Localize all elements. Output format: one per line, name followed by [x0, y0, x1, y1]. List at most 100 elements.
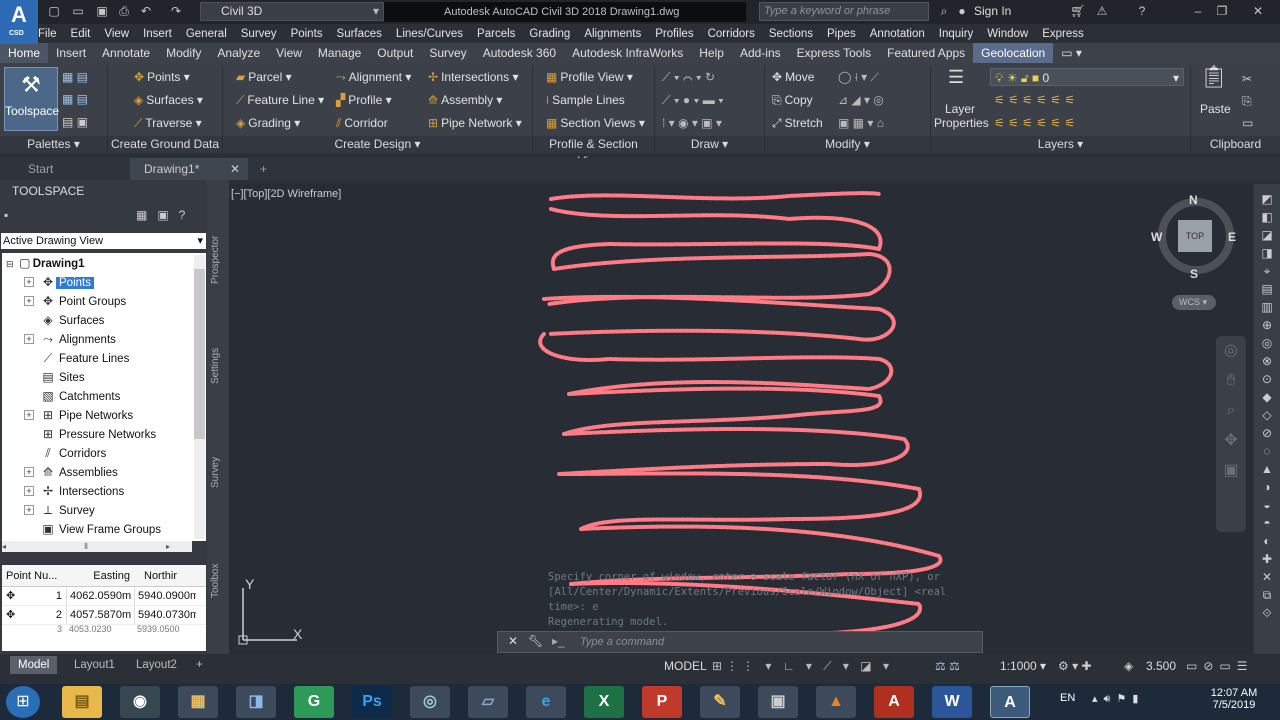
navigation-bar[interactable]: ◎ ✋︎ ⌕ ✥ ▣: [1216, 336, 1246, 532]
tab-add-ins[interactable]: Add-ins: [732, 43, 789, 63]
powerpoint-icon[interactable]: P: [642, 686, 682, 718]
table-row[interactable]: ✥ 1 4062.0590m 5940.0900m: [2, 587, 206, 606]
grading-button[interactable]: ◈ Grading ▾: [236, 114, 300, 132]
table-row[interactable]: ✥ 2 4057.5870m 5940.0730m: [2, 606, 206, 625]
tree-item-view-frame-groups[interactable]: ▣ View Frame Groups: [40, 520, 164, 539]
menu-insert[interactable]: Insert: [143, 28, 172, 40]
status-toggles[interactable]: ⊞⋮⋮ ▾ ∟ ▾ ⟋ ▾ ◪ ▾: [712, 659, 893, 674]
restore-icon[interactable]: ❐: [1214, 4, 1230, 19]
move-button[interactable]: ✥ Move: [772, 68, 814, 86]
tree-item-point-groups[interactable]: ✥ Point Groups: [40, 292, 129, 311]
annotation-icons[interactable]: ⚖ ⚖: [935, 659, 960, 673]
word-icon[interactable]: W: [932, 686, 972, 718]
parcel-button[interactable]: ▰ Parcel ▾: [236, 68, 292, 86]
application-menu-button[interactable]: A CSD: [0, 0, 38, 44]
command-input[interactable]: Type a command: [580, 636, 664, 648]
tree-item-intersections[interactable]: ✢ Intersections: [40, 482, 127, 501]
tree-item-corridors[interactable]: ⫽ Corridors: [40, 444, 109, 463]
tree-scrollbar[interactable]: [194, 255, 205, 539]
layer-tools-1[interactable]: ⚟ ⚟ ⚟ ⚟ ⚟ ⚟: [994, 91, 1075, 109]
profile-view-button[interactable]: ▦ Profile View ▾: [546, 68, 633, 86]
tab-settings[interactable]: Settings: [210, 348, 221, 384]
menu-lines-curves[interactable]: Lines/Curves: [396, 28, 463, 40]
tree-item-surfaces[interactable]: ◈ Surfaces: [40, 311, 107, 330]
menu-grading[interactable]: Grading: [529, 28, 570, 40]
tab-survey[interactable]: Survey: [421, 43, 474, 63]
close-command-icon[interactable]: ✕: [508, 634, 518, 648]
menu-parcels[interactable]: Parcels: [477, 28, 515, 40]
tree-item-alignments[interactable]: ⤳ Alignments: [40, 330, 119, 349]
toolspace-settings-icon[interactable]: ▪: [4, 208, 8, 222]
tree-item-feature-lines[interactable]: ⟋ Feature Lines: [40, 349, 132, 368]
section-views-button[interactable]: ▦ Section Views ▾: [546, 114, 645, 132]
layer-properties-icon[interactable]: ☰: [948, 68, 964, 86]
menu-corridors[interactable]: Corridors: [708, 28, 755, 40]
ribbon-toggle-icon[interactable]: ▭ ▾: [1053, 43, 1090, 63]
expand-icon[interactable]: +: [24, 486, 34, 496]
cart-icon[interactable]: 🛒︎: [1070, 4, 1086, 19]
surfaces-button[interactable]: ◈ Surfaces ▾: [134, 91, 203, 109]
search-input[interactable]: Type a keyword or phrase: [759, 2, 929, 21]
close-tab-icon[interactable]: ✕: [230, 158, 240, 180]
menu-inquiry[interactable]: Inquiry: [939, 28, 974, 40]
feature-line-button[interactable]: ⟋ Feature Line ▾: [236, 91, 324, 109]
corridor-button[interactable]: ⫽ Corridor: [336, 114, 388, 132]
tab-featured-apps[interactable]: Featured Apps: [879, 43, 973, 63]
status-tail-icons[interactable]: ▭⊘▭☰: [1186, 659, 1254, 673]
menu-annotation[interactable]: Annotation: [870, 28, 925, 40]
menu-survey[interactable]: Survey: [241, 28, 277, 40]
draw-shape-tools[interactable]: ⟋ ▾ ● ▾ ▬ ▾: [662, 91, 724, 109]
menu-express[interactable]: Express: [1042, 28, 1084, 40]
menu-view[interactable]: View: [104, 28, 129, 40]
pipe-network-button[interactable]: ⊞ Pipe Network ▾: [428, 114, 522, 132]
tree-item-pressure-networks[interactable]: ⊞ Pressure Networks: [40, 425, 159, 444]
layer-dropdown[interactable]: 💡︎ ☀ 🔓︎ ■ 0 ▾: [990, 68, 1184, 86]
table-row[interactable]: 3 4053.0230 5939.0500: [2, 625, 206, 634]
tab-view[interactable]: View: [268, 43, 310, 63]
close-icon[interactable]: ✕: [1250, 4, 1266, 19]
palette-icons[interactable]: ▦ ▤: [62, 68, 88, 86]
compass-east[interactable]: E: [1228, 230, 1236, 244]
draw-misc-tools[interactable]: ⁞ ▾ ◉ ▾ ▣ ▾: [662, 114, 722, 132]
layer-tools-2[interactable]: ⚟ ⚟ ⚟ ⚟ ⚟ ⚟: [994, 114, 1075, 132]
expand-icon[interactable]: +: [24, 467, 34, 477]
start-button[interactable]: ⊞: [6, 686, 40, 718]
menu-sections[interactable]: Sections: [769, 28, 813, 40]
menu-general[interactable]: General: [186, 28, 227, 40]
explorer-icon[interactable]: ▤: [62, 686, 102, 718]
panel-palettes[interactable]: Palettes ▾: [0, 136, 107, 153]
minimize-icon[interactable]: –: [1190, 4, 1206, 19]
app-icon[interactable]: ◨: [236, 686, 276, 718]
layout-tab-layout1[interactable]: Layout1: [66, 656, 123, 674]
tab-survey[interactable]: Survey: [210, 457, 221, 488]
open-icon[interactable]: ▭: [70, 4, 86, 19]
menu-pipes[interactable]: Pipes: [827, 28, 856, 40]
compass-south[interactable]: S: [1190, 267, 1198, 281]
doc-tab-start[interactable]: Start: [14, 158, 126, 180]
ie-icon[interactable]: e: [526, 686, 566, 718]
tree-item-assemblies[interactable]: ⟰ Assemblies: [40, 463, 121, 482]
panel-create-design[interactable]: Create Design ▾: [223, 136, 532, 153]
copy-button[interactable]: ⎘ Copy: [772, 91, 813, 109]
clipboard-tools[interactable]: ✂ ⎘ ▭: [1242, 68, 1253, 130]
expand-icon[interactable]: +: [24, 410, 34, 420]
layout-tab-layout2[interactable]: Layout2: [128, 656, 185, 674]
tree-item-survey[interactable]: ⟂ Survey: [40, 501, 98, 520]
plot-icon[interactable]: ⎙: [116, 4, 132, 19]
tab-output[interactable]: Output: [369, 43, 421, 63]
tray-icons[interactable]: ▴🔊︎⚑▮: [1092, 692, 1144, 706]
tab-annotate[interactable]: Annotate: [94, 43, 158, 63]
camtasia-icon[interactable]: G: [294, 686, 334, 718]
menu-points[interactable]: Points: [291, 28, 323, 40]
layer-properties-button[interactable]: Layer Properties: [934, 102, 989, 130]
assembly-button[interactable]: ⟰ Assembly ▾: [428, 91, 502, 109]
help-icon[interactable]: ?: [1134, 4, 1150, 19]
draw-line-tools[interactable]: ⟋ ▾ ⌒ ▾ ↻: [662, 68, 715, 86]
stretch-button[interactable]: ⤢ Stretch: [772, 114, 823, 132]
traverse-button[interactable]: ⟋ Traverse ▾: [134, 114, 202, 132]
col-easting[interactable]: Easting: [66, 565, 134, 586]
viewcube-top[interactable]: TOP: [1178, 220, 1212, 252]
new-icon[interactable]: ▢: [46, 4, 62, 19]
menu-window[interactable]: Window: [987, 28, 1028, 40]
modify-tools-2[interactable]: ⊿ ◢ ▾ ◎: [838, 91, 884, 109]
